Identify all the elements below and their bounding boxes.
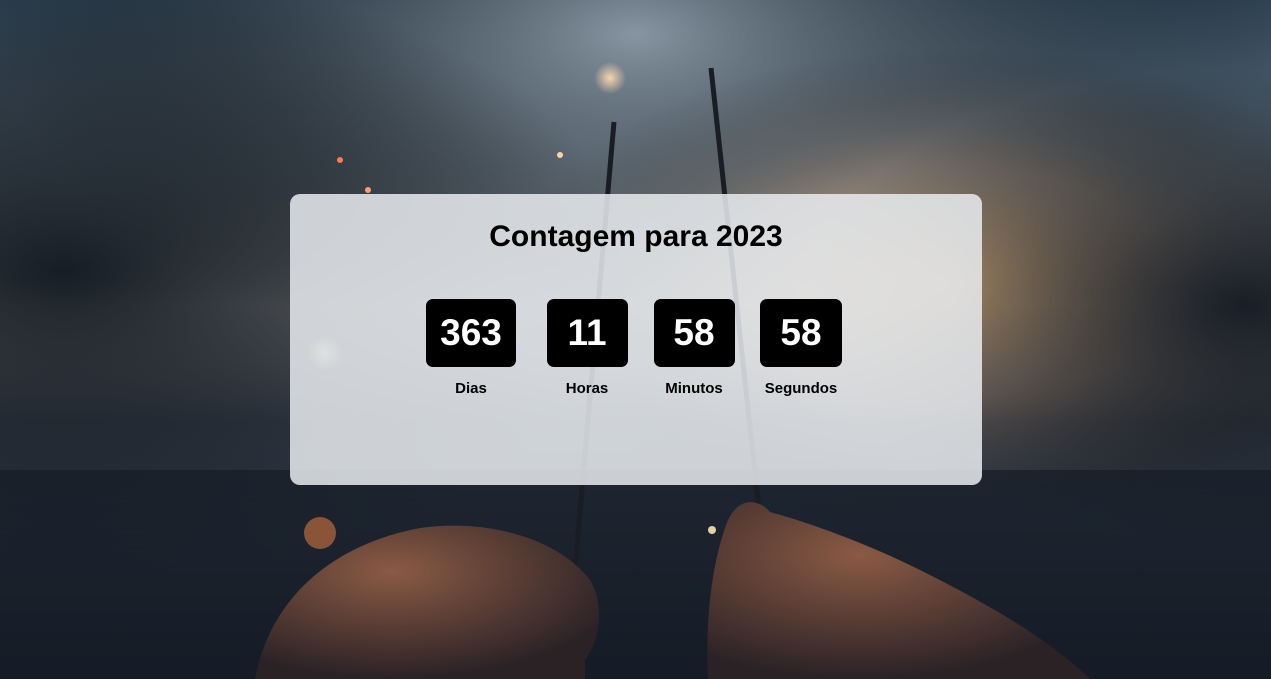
seconds-value: 58 <box>780 312 822 353</box>
unit-days: 363 Dias <box>418 299 524 397</box>
minutes-label: Minutos <box>665 380 723 397</box>
unit-seconds: 58 Segundos <box>748 299 854 397</box>
hours-value-box: 11 <box>546 299 628 367</box>
countdown-units: 363 Dias 11 Horas 58 Minutos 58 Segundos <box>290 299 982 397</box>
days-label: Dias <box>455 380 487 397</box>
days-value-box: 363 <box>426 299 516 367</box>
seconds-label: Segundos <box>764 380 838 397</box>
minutes-value: 58 <box>673 312 715 353</box>
days-value: 363 <box>440 312 502 353</box>
unit-minutes: 58 Minutos <box>641 299 747 397</box>
countdown-title: Contagem para 2023 <box>489 220 783 253</box>
minutes-value-box: 58 <box>653 299 735 367</box>
hours-value: 11 <box>567 312 607 353</box>
seconds-value-box: 58 <box>760 299 842 367</box>
unit-hours: 11 Horas <box>534 299 640 397</box>
hours-label: Horas <box>565 380 609 397</box>
countdown-card: Contagem para 2023 363 Dias 11 Horas 58 … <box>290 194 982 485</box>
